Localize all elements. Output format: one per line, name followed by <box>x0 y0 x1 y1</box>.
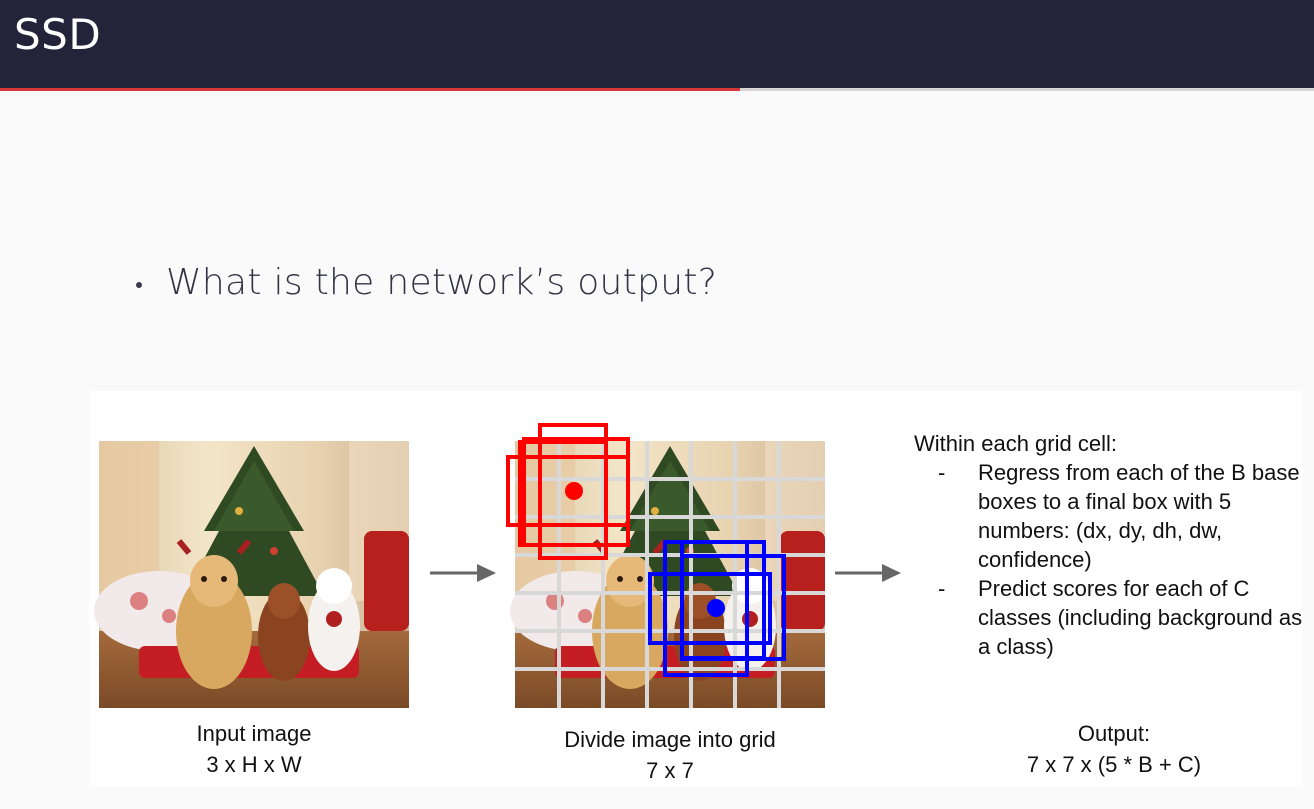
grid-image-caption: Divide image into grid 7 x 7 <box>530 724 810 786</box>
dash-marker: - <box>938 576 946 601</box>
arrow-icon <box>430 564 496 582</box>
caption-line: Input image <box>196 721 312 746</box>
list-item: - Regress from each of the B base boxes … <box>914 458 1304 574</box>
slide-title: SSD <box>14 10 102 59</box>
red-center-dot <box>565 482 583 500</box>
list-item-text: Predict scores for each of C classes (in… <box>978 576 1303 659</box>
input-image-caption: Input image 3 x H x W <box>154 718 354 780</box>
list-item-text: Regress from each of the B base boxes to… <box>978 460 1300 572</box>
slide-header: SSD <box>0 0 1314 88</box>
description-heading: Within each grid cell: <box>914 431 1117 456</box>
arrow-icon <box>835 564 901 582</box>
bullet-item: What is the network’s output? <box>136 262 717 303</box>
caption-line: Divide image into grid <box>564 727 776 752</box>
dash-marker: - <box>938 460 946 485</box>
output-caption: Output: 7 x 7 x (5 * B + C) <box>964 718 1264 780</box>
caption-line: 7 x 7 <box>646 758 694 783</box>
blue-center-dot <box>707 599 725 617</box>
slide-progress-fill <box>0 88 740 91</box>
bullet-text: What is the network’s output? <box>166 262 718 303</box>
caption-line: 7 x 7 x (5 * B + C) <box>1026 752 1202 777</box>
input-image <box>94 441 409 708</box>
list-item: - Predict scores for each of C classes (… <box>914 574 1304 661</box>
ssd-figure: Input image 3 x H x W Divide image into … <box>89 391 1303 787</box>
caption-line: 3 x H x W <box>206 752 302 777</box>
bullet-dot-icon <box>136 281 142 288</box>
grid-cell-description: Within each grid cell: - Regress from ea… <box>914 429 1304 661</box>
slide-progress-bar <box>0 88 1314 91</box>
caption-line: Output: <box>1077 721 1151 746</box>
